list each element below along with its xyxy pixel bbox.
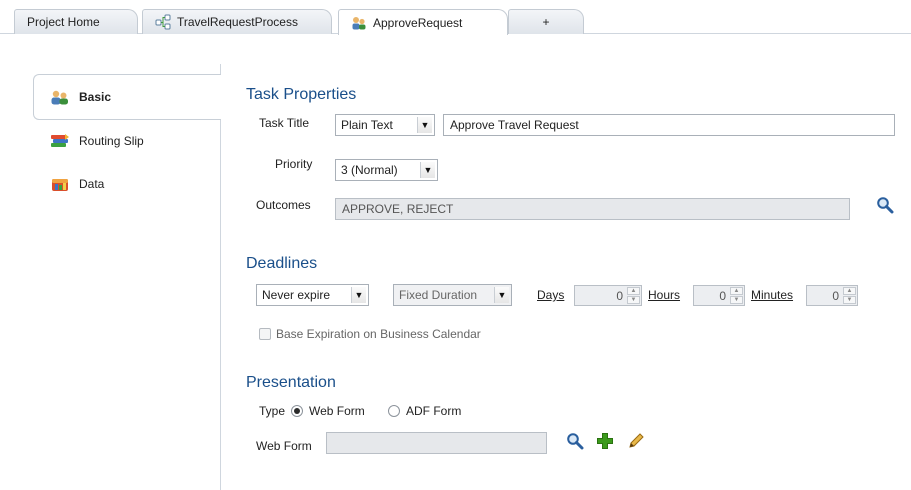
- tab-label: ApproveRequest: [373, 15, 463, 30]
- tab-label: Project Home: [27, 15, 100, 29]
- nav-item-label: Data: [79, 177, 105, 191]
- hours-spinner[interactable]: 0 ▲ ▼: [693, 285, 745, 306]
- chevron-down-icon: ▼: [494, 287, 509, 303]
- outcomes-label: Outcomes: [256, 198, 311, 212]
- nav-divider: [220, 64, 221, 490]
- days-label: Days: [537, 288, 565, 302]
- business-calendar-checkbox[interactable]: [259, 328, 271, 340]
- task-title-input[interactable]: Approve Travel Request: [443, 114, 895, 136]
- hours-label: Hours: [648, 288, 681, 302]
- pencil-icon: [627, 433, 645, 453]
- tab-add-new[interactable]: +: [508, 9, 584, 34]
- web-form-search-button[interactable]: [566, 432, 584, 450]
- minutes-spinner[interactable]: 0 ▲ ▼: [806, 285, 858, 306]
- minutes-value: 0: [832, 289, 839, 303]
- nav-item-label: Basic: [79, 90, 112, 104]
- expiration-value: Never expire: [262, 288, 331, 302]
- deadlines-heading: Deadlines: [246, 255, 318, 272]
- task-title-label: Task Title: [259, 116, 310, 130]
- priority-value: 3 (Normal): [341, 163, 398, 177]
- tab-travel-request-process[interactable]: TravelRequestProcess: [142, 9, 332, 34]
- web-form-edit-button[interactable]: [627, 432, 645, 450]
- priority-select[interactable]: 3 (Normal) ▼: [335, 159, 438, 181]
- minutes-label: Minutes: [751, 288, 794, 302]
- web-form-field[interactable]: [326, 432, 547, 454]
- duration-type-select[interactable]: Fixed Duration ▼: [393, 284, 512, 306]
- duration-type-value: Fixed Duration: [399, 288, 478, 302]
- days-value: 0: [616, 289, 623, 303]
- outcomes-search-button[interactable]: [876, 196, 894, 214]
- days-spinner[interactable]: 0 ▲ ▼: [574, 285, 642, 306]
- routing-slip-icon: [50, 133, 70, 149]
- chevron-down-icon: ▼: [420, 162, 435, 178]
- add-tab-label: +: [542, 15, 550, 29]
- nav-item-routing-slip[interactable]: Routing Slip: [50, 133, 144, 149]
- tab-label: TravelRequestProcess: [177, 15, 298, 29]
- web-form-radio[interactable]: [291, 405, 303, 417]
- nav-item-label: Routing Slip: [79, 134, 144, 148]
- basic-people-icon: [50, 89, 70, 105]
- spinner-buttons[interactable]: ▲ ▼: [843, 287, 856, 304]
- search-icon: [566, 433, 584, 453]
- add-icon: [596, 433, 614, 453]
- business-calendar-label: Base Expiration on Business Calendar: [276, 327, 481, 341]
- search-icon: [876, 197, 894, 217]
- task-properties-heading: Task Properties: [246, 86, 357, 103]
- task-title-type-value: Plain Text: [341, 118, 393, 132]
- nav-item-basic[interactable]: Basic: [50, 89, 111, 105]
- web-form-label: Web Form: [256, 439, 312, 453]
- adf-form-radio[interactable]: [388, 405, 400, 417]
- spinner-buttons[interactable]: ▲ ▼: [627, 287, 640, 304]
- type-label: Type: [259, 404, 286, 418]
- outcomes-field[interactable]: APPROVE, REJECT: [335, 198, 850, 220]
- web-form-add-button[interactable]: [596, 432, 614, 450]
- task-title-type-select[interactable]: Plain Text ▼: [335, 114, 435, 136]
- spinner-buttons[interactable]: ▲ ▼: [730, 287, 743, 304]
- expiration-select[interactable]: Never expire ▼: [256, 284, 369, 306]
- human-task-icon: [351, 15, 367, 31]
- hours-value: 0: [719, 289, 726, 303]
- presentation-heading: Presentation: [246, 374, 336, 391]
- nav-item-data[interactable]: Data: [50, 176, 104, 192]
- tab-project-home[interactable]: Project Home: [14, 9, 138, 34]
- web-form-radio-label: Web Form: [309, 404, 365, 418]
- chevron-down-icon: ▼: [351, 287, 366, 303]
- priority-label: Priority: [275, 157, 313, 171]
- tab-approve-request[interactable]: ApproveRequest: [338, 9, 508, 35]
- adf-form-radio-label: ADF Form: [406, 404, 462, 418]
- task-title-value: Approve Travel Request: [450, 118, 579, 132]
- chevron-down-icon: ▼: [417, 117, 432, 133]
- data-icon: [50, 176, 70, 192]
- tab-bar: Project Home TravelRequestProcess Approv…: [0, 0, 911, 38]
- outcomes-value: APPROVE, REJECT: [342, 202, 454, 216]
- process-icon: [155, 14, 171, 30]
